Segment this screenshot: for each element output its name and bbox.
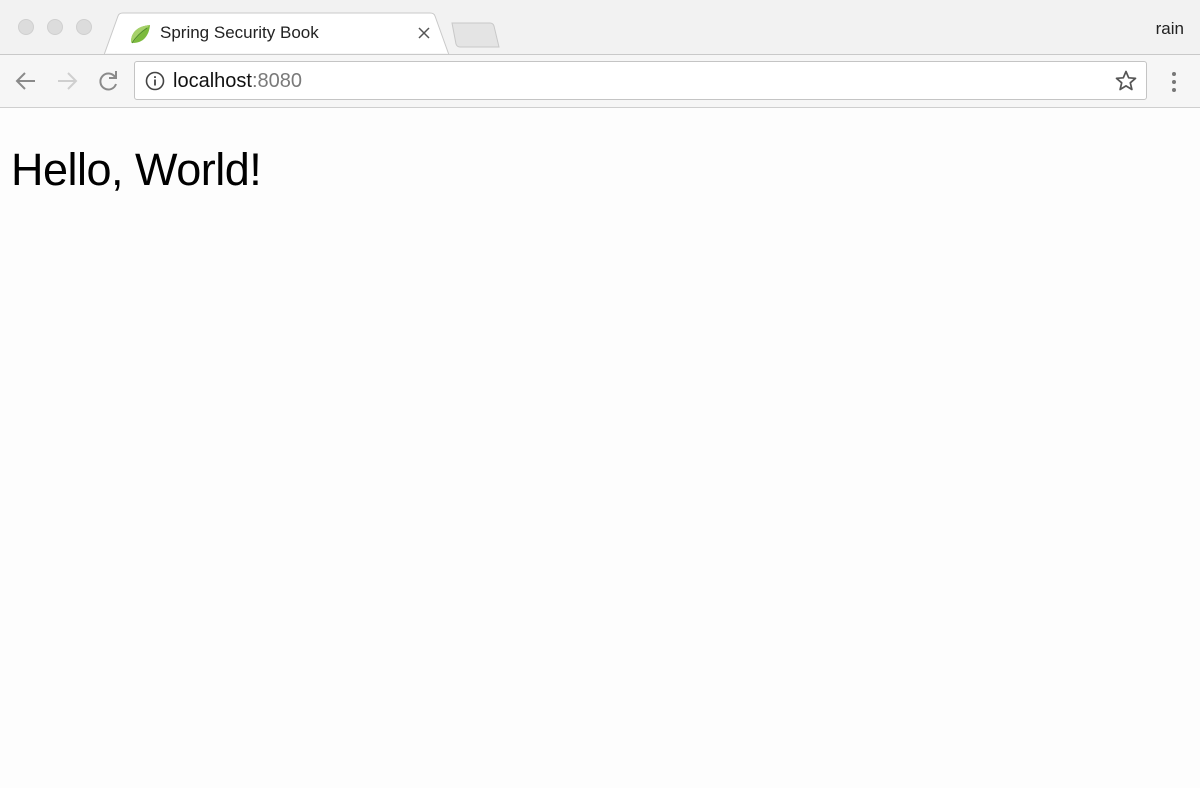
- page-content: Hello, World!: [0, 108, 1200, 788]
- page-heading: Hello, World!: [11, 144, 262, 195]
- minimize-window-button[interactable]: [47, 19, 63, 35]
- browser-toolbar: localhost:8080: [0, 54, 1200, 108]
- profile-name[interactable]: rain: [1156, 19, 1184, 39]
- address-bar[interactable]: localhost:8080: [134, 61, 1147, 100]
- spring-leaf-icon: [128, 22, 152, 46]
- arrow-left-icon[interactable]: [12, 67, 40, 95]
- info-icon[interactable]: [145, 71, 165, 91]
- tab-title: Spring Security Book: [160, 23, 319, 42]
- url-text[interactable]: localhost:8080: [173, 70, 302, 93]
- close-window-button[interactable]: [18, 19, 34, 35]
- close-icon[interactable]: [414, 23, 434, 43]
- star-icon[interactable]: [1114, 69, 1138, 93]
- maximize-window-button[interactable]: [76, 19, 92, 35]
- reload-icon[interactable]: [94, 67, 122, 95]
- new-tab-button[interactable]: [450, 22, 502, 48]
- kebab-menu-icon[interactable]: [1162, 68, 1186, 96]
- title-bar: Spring Security Book rain: [0, 0, 1200, 55]
- url-port: :8080: [251, 70, 302, 92]
- url-host: localhost: [173, 70, 252, 92]
- tab-spring-security-book[interactable]: Spring Security Book: [104, 12, 456, 55]
- arrow-right-icon[interactable]: [53, 67, 81, 95]
- browser-window: Spring Security Book rain localhost:8080…: [0, 0, 1200, 788]
